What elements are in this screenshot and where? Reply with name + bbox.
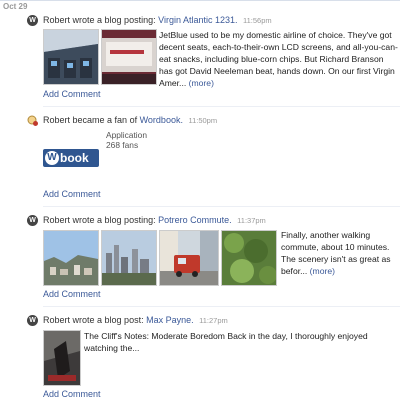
story-divider (43, 206, 400, 207)
add-comment-link[interactable]: Add Comment (43, 189, 101, 199)
story-time: 11:50pm (188, 116, 218, 125)
add-comment-link[interactable]: Add Comment (43, 389, 101, 399)
add-comment-link[interactable]: Add Comment (43, 89, 101, 99)
story-time: 11:56pm (243, 16, 272, 25)
story-action: became a fan of (72, 115, 138, 125)
story-actor[interactable]: Robert (43, 115, 70, 125)
photo-thumbnail-city-hill[interactable] (43, 230, 99, 286)
app-type-label: Application (106, 130, 147, 140)
photo-thumbnail-plane-cabin[interactable] (43, 29, 99, 85)
movie-poster-thumbnail[interactable] (43, 330, 81, 386)
photo-thumbnail-street-car[interactable] (159, 230, 219, 286)
story-title-link[interactable]: Virgin Atlantic 1231. (158, 15, 237, 25)
photo-thumbnail-skyline[interactable] (101, 230, 157, 286)
story-actor[interactable]: Robert (43, 315, 70, 325)
story-action: wrote a blog post: (72, 315, 144, 325)
wordbook-logo-text: book (60, 151, 89, 165)
story-header: Robert wrote a blog posting: Potrero Com… (43, 215, 266, 225)
story-excerpt: The Cliff's Notes: Moderate Boredom Back… (84, 330, 384, 354)
story-title-link[interactable]: Wordbook. (140, 115, 183, 125)
date-header: Oct 29 (0, 0, 400, 14)
wordpress-icon: W (27, 315, 38, 326)
story-actor[interactable]: Robert (43, 215, 70, 225)
fan-icon (27, 115, 38, 126)
more-link[interactable]: (more) (310, 266, 335, 276)
story-action: wrote a blog posting: (72, 15, 156, 25)
story-excerpt-text: Finally, another walking commute, about … (281, 230, 391, 276)
story-divider (43, 306, 400, 307)
fan-count: 268 fans (106, 140, 139, 150)
wordbook-logo[interactable]: Wbook (43, 149, 99, 167)
story-title-link[interactable]: Potrero Commute. (158, 215, 232, 225)
story-header: Robert wrote a blog posting: Virgin Atla… (43, 15, 272, 25)
story-excerpt-text: The Cliff's Notes: Moderate Boredom Back… (84, 331, 368, 353)
fan-info: Application 268 fans (106, 130, 147, 150)
feed-story: W Robert wrote a blog posting: Virgin At… (0, 14, 400, 104)
story-actor[interactable]: Robert (43, 15, 70, 25)
photo-thumbnail-garden[interactable] (221, 230, 277, 286)
story-time: 11:27pm (199, 316, 228, 325)
wordpress-icon: W (45, 151, 59, 165)
story-excerpt: Finally, another walking commute, about … (281, 229, 399, 277)
story-title-link[interactable]: Max Payne. (146, 315, 194, 325)
wordpress-icon: W (27, 15, 38, 26)
date-label: Oct 29 (3, 2, 28, 11)
add-comment-link[interactable]: Add Comment (43, 289, 101, 299)
story-action: wrote a blog posting: (72, 215, 156, 225)
story-header: Robert wrote a blog post: Max Payne. 11:… (43, 315, 228, 325)
more-link[interactable]: (more) (189, 78, 214, 88)
story-excerpt: JetBlue used to be my domestic airline o… (159, 29, 399, 89)
wordpress-icon: W (27, 215, 38, 226)
story-header: Robert became a fan of Wordbook. 11:50pm (43, 115, 217, 125)
photo-thumbnail-seat-screen[interactable] (101, 29, 157, 85)
story-divider (43, 106, 400, 107)
story-time: 11:37pm (237, 216, 266, 225)
